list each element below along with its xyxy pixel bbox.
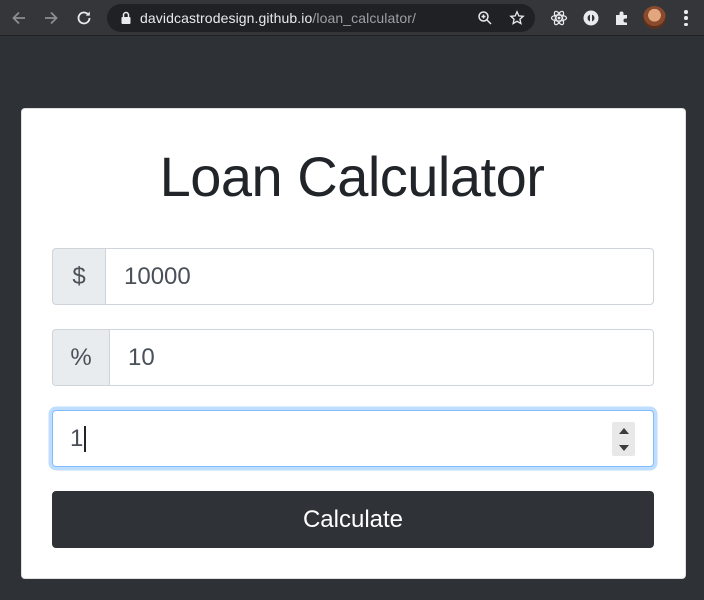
browser-toolbar: davidcastrodesign.github.io/loan_calcula… [0,0,704,36]
react-icon [550,10,568,26]
number-spinner[interactable] [612,422,635,456]
percent-addon: % [52,329,109,386]
react-extension-button[interactable] [548,7,570,29]
url-path: /loan_calculator/ [312,10,417,26]
extension-circle-button[interactable] [580,7,602,29]
spin-up-icon[interactable] [618,427,630,435]
spin-down-icon[interactable] [618,444,630,452]
amount-input[interactable]: 10000 [105,248,654,305]
forward-button[interactable] [39,6,63,30]
profile-avatar[interactable] [643,6,666,29]
text-cursor [84,425,86,452]
years-input[interactable]: 1 [52,410,654,467]
interest-input[interactable]: 10 [109,329,654,386]
url-text[interactable]: davidcastrodesign.github.io/loan_calcula… [140,10,416,26]
calculate-button[interactable]: Calculate [52,491,654,548]
bookmark-star-icon[interactable] [509,10,525,26]
puzzle-piece-icon [616,11,627,25]
interest-input-group: % 10 [52,329,654,386]
circle-extension-icon [583,10,599,26]
reload-button[interactable] [72,6,96,30]
address-bar[interactable]: davidcastrodesign.github.io/loan_calcula… [107,4,535,32]
menu-dot [684,16,688,20]
menu-dot [684,10,688,14]
url-host: davidcastrodesign.github.io [140,10,313,26]
page-title: Loan Calculator [159,145,545,208]
menu-dot [684,22,688,26]
amount-input-group: $ 10000 [52,248,654,305]
arrow-left-icon [12,11,25,25]
browser-menu-button[interactable] [678,8,694,28]
back-button[interactable] [7,6,31,30]
extensions-button[interactable] [611,7,633,29]
years-value: 1 [70,424,84,452]
zoom-icon[interactable] [477,10,493,26]
dollar-addon: $ [52,248,105,305]
lock-icon[interactable] [118,10,134,26]
arrow-right-icon [45,11,58,25]
reload-icon [77,11,91,25]
